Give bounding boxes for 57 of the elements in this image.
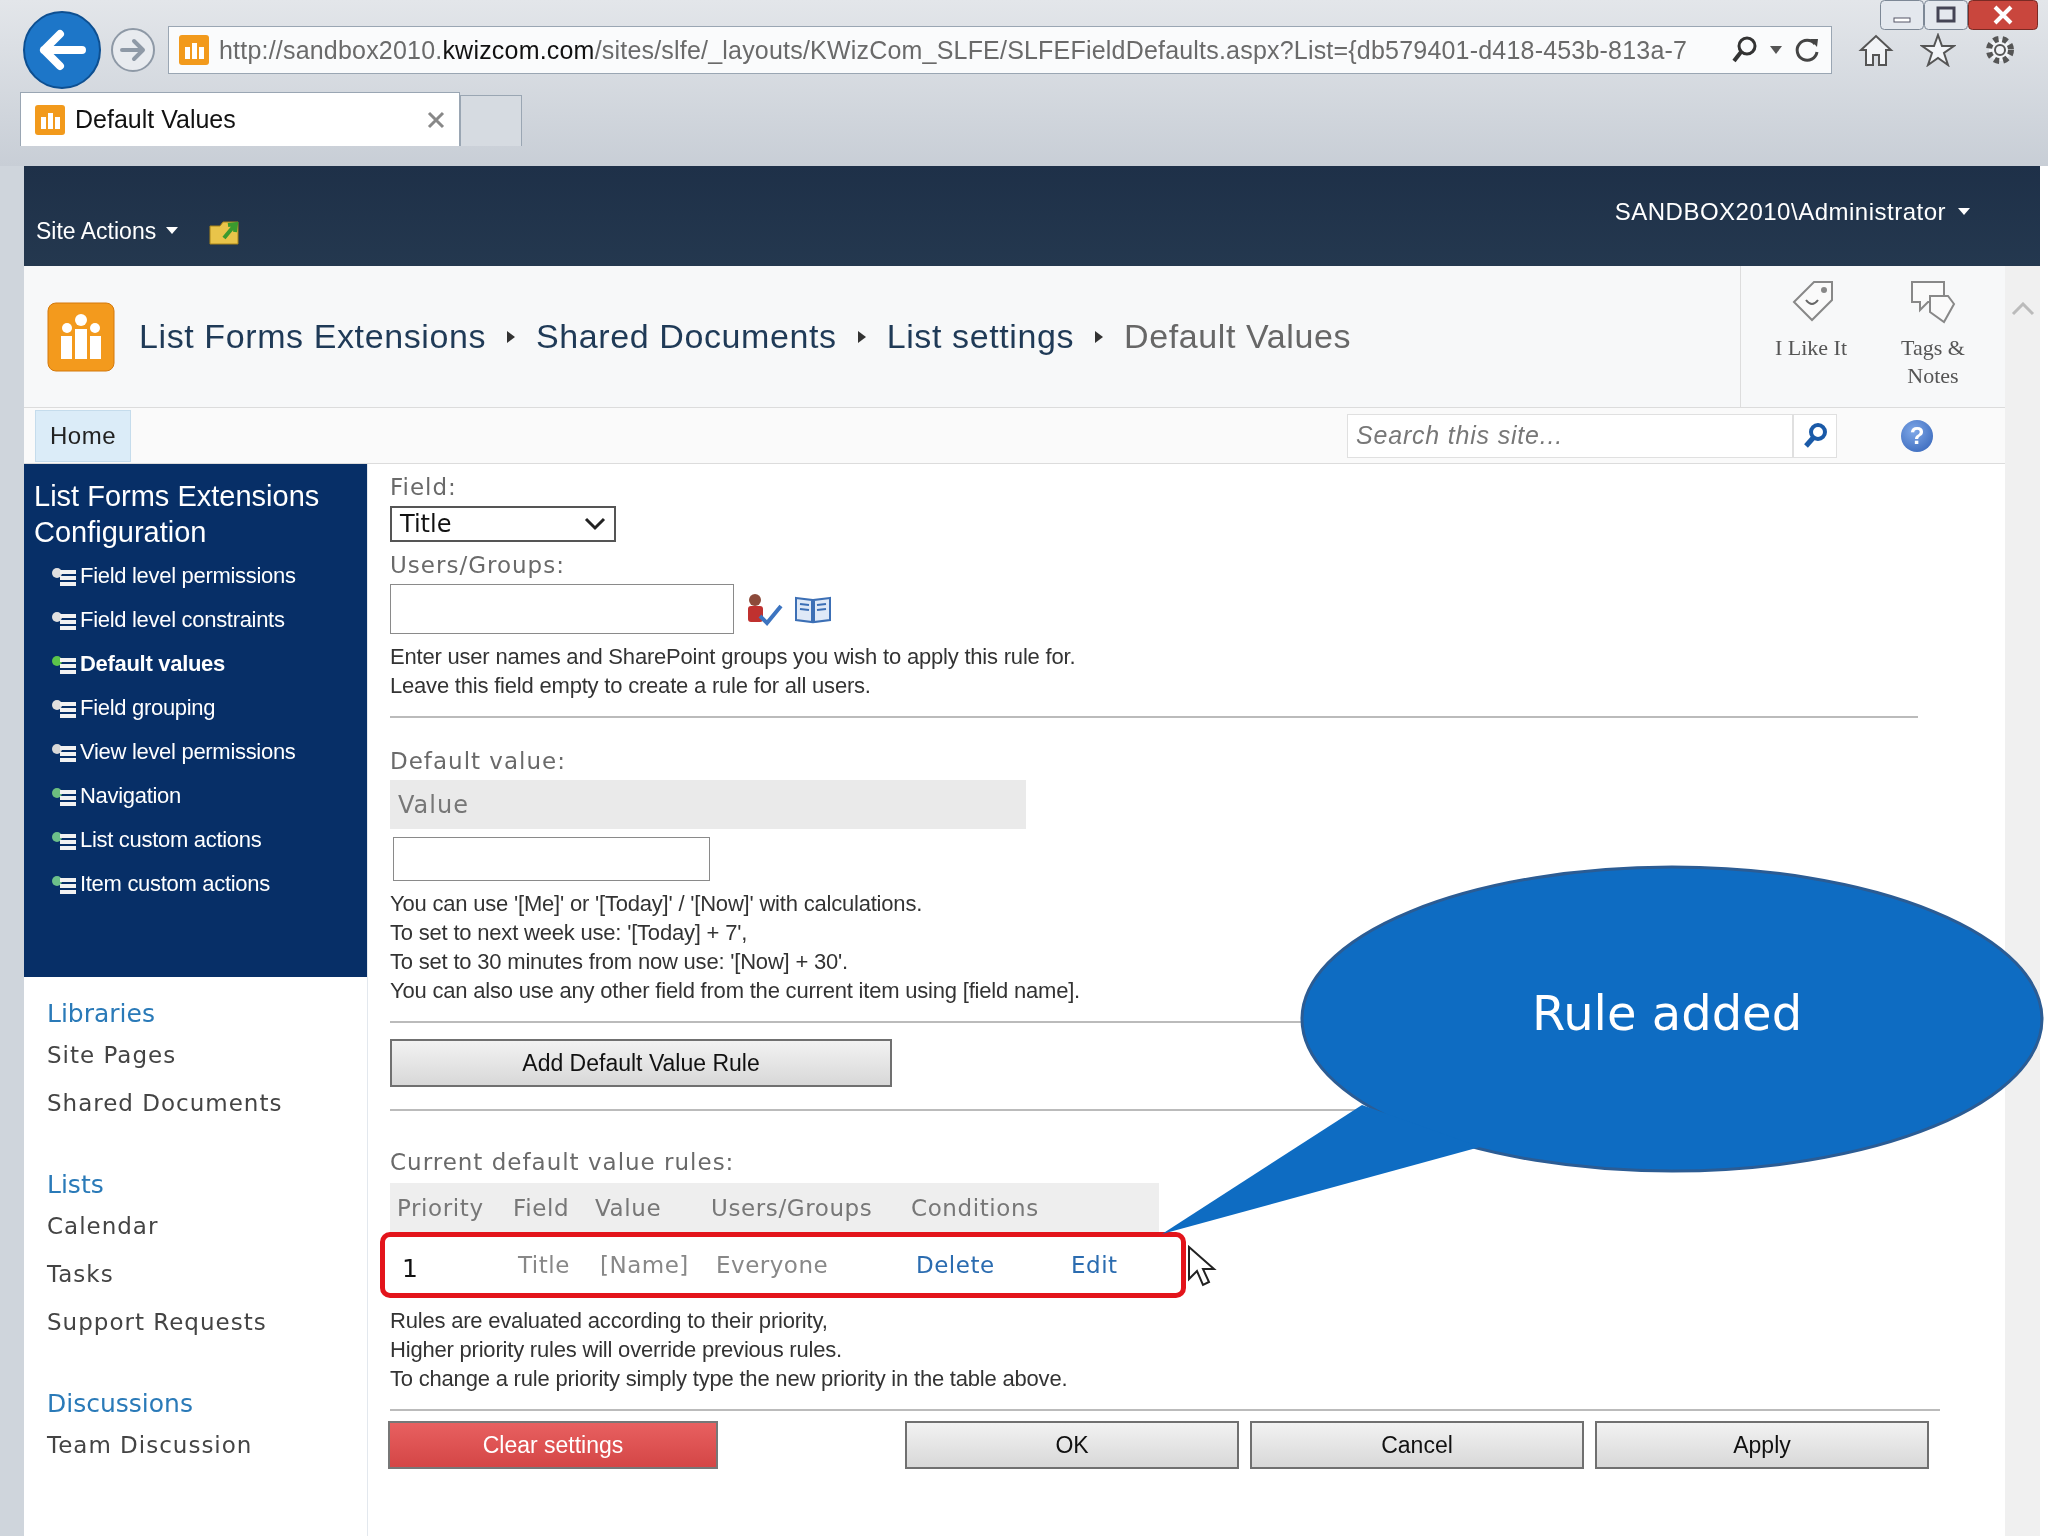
action-button[interactable]: Cancel [1250, 1421, 1584, 1469]
search-field[interactable]: Search this site... [1347, 413, 1794, 458]
nav-heading[interactable]: Discussions [47, 1389, 193, 1418]
column-header: Priority [397, 1194, 485, 1221]
config-nav-item[interactable]: Field level permissions [34, 554, 296, 598]
tags-notes-button[interactable]: Tags & Notes [1877, 265, 1989, 408]
table-cell: [Name] [600, 1252, 689, 1278]
field-label: Field: [390, 474, 457, 500]
delete-link[interactable]: Delete [916, 1252, 995, 1278]
breadcrumb-link[interactable]: List Forms Extensions [139, 317, 487, 356]
config-title: List Forms Extensions Configuration [34, 479, 321, 550]
browser-tab[interactable]: Default Values [20, 92, 460, 146]
nav-link[interactable]: Tasks [47, 1261, 114, 1309]
config-nav-item[interactable]: List custom actions [34, 818, 262, 862]
config-nav-item[interactable]: Item custom actions [34, 862, 270, 906]
clear-settings-button[interactable]: Clear settings [388, 1421, 718, 1469]
user-menu[interactable]: SANDBOX2010\Administrator [1614, 198, 1970, 226]
site-actions-menu[interactable]: Site Actions [36, 217, 179, 245]
nav-tab[interactable]: Home [35, 409, 132, 462]
add-rule-button[interactable]: Add Default Value Rule [390, 1039, 892, 1087]
address-bar[interactable]: http://sandbox2010.kwizcom.com/sites/slfe/_layouts/KWizCom_SLFE/SLFEFieldDefaults.aspx?List={db579401-d418-453b-813a-7 [168, 26, 1832, 74]
breadcrumb-link[interactable]: Shared Documents [536, 317, 837, 356]
help-text: Rules are evaluated according to their priority, Higher priority rules will override previous rules. To change a rule priority simply type the new priority in the table above. [390, 1307, 1068, 1393]
column-header: Users/Groups [711, 1194, 874, 1221]
action-button[interactable]: Apply [1595, 1421, 1929, 1469]
rules-label: Current default value rules: [390, 1149, 735, 1175]
table-cell: Title [518, 1252, 570, 1278]
table-cell: Everyone [716, 1252, 829, 1278]
column-header: Field [513, 1194, 571, 1221]
nav-heading[interactable]: Libraries [47, 999, 155, 1028]
config-nav-item[interactable]: Field grouping [34, 686, 216, 730]
config-nav-item[interactable]: Default values [34, 642, 225, 686]
action-button[interactable]: OK [905, 1421, 1239, 1469]
column-header: Value [595, 1194, 663, 1221]
nav-link[interactable]: Site Pages [47, 1042, 177, 1090]
help-text: You can use '[Me]' or '[Today]' / '[Now]' with calculations. To set to next week use: '[Today] + 7', To set to 30 minutes from now use: '[Now] + 30'. You can also use any other field from the current item using [field name]. [390, 890, 1080, 1005]
default-value-label: Default value: [390, 748, 566, 774]
edit-link[interactable]: Edit [1071, 1252, 1118, 1278]
field-dropdown[interactable]: Title [390, 506, 616, 542]
nav-link[interactable]: Shared Documents [47, 1090, 283, 1138]
config-nav-item[interactable]: Navigation [34, 774, 181, 818]
breadcrumb-link[interactable]: List settings [886, 317, 1075, 356]
page-title: Default Values [1124, 317, 1352, 356]
value-header: Value [390, 780, 1026, 829]
like-button[interactable]: I Like It [1755, 265, 1867, 408]
users-label: Users/Groups: [390, 552, 565, 578]
priority-field[interactable]: 1 [402, 1253, 419, 1283]
url-text: http://sandbox2010.kwizcom.com/sites/slfe/_layouts/KWizCom_SLFE/SLFEFieldDefaults.aspx?List={db579401-d418-453b-813a-7 [219, 35, 1689, 65]
help-text: Enter user names and SharePoint groups you wish to apply this rule for. Leave this field empty to create a rule for all users. [390, 643, 1076, 700]
nav-link[interactable]: Support Requests [47, 1309, 267, 1357]
callout-text: Rule added [1532, 985, 1803, 1041]
config-nav-item[interactable]: View level permissions [34, 730, 296, 774]
nav-link[interactable]: Calendar [47, 1213, 159, 1261]
nav-link[interactable]: Team Discussion [47, 1432, 253, 1480]
config-nav-item[interactable]: Field level constraints [34, 598, 285, 642]
column-header: Conditions [911, 1194, 1040, 1221]
nav-heading[interactable]: Lists [47, 1170, 104, 1199]
